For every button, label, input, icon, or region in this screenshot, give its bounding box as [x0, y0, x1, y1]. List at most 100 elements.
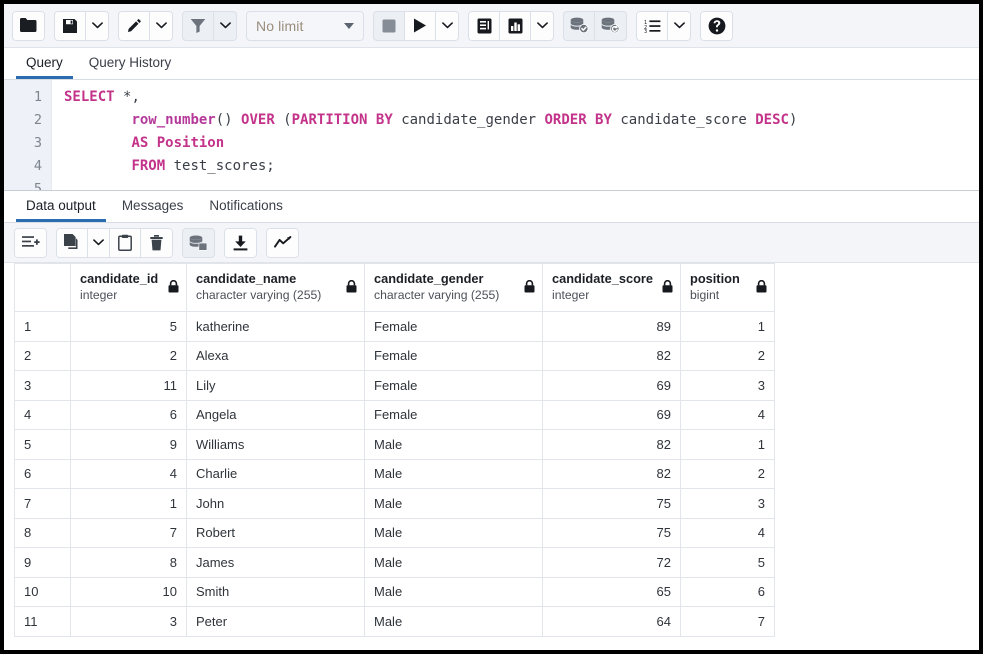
explain-button[interactable]: [469, 12, 500, 40]
sql-editor[interactable]: 12345 SELECT *, row_number() OVER (PARTI…: [4, 80, 979, 190]
copy-dropdown[interactable]: [88, 229, 110, 257]
cell-candidate_gender[interactable]: Male: [365, 518, 543, 548]
cell-candidate_gender[interactable]: Male: [365, 459, 543, 489]
cell-candidate_id[interactable]: 8: [71, 548, 187, 578]
row-number-cell[interactable]: 7: [15, 489, 71, 519]
cell-candidate_name[interactable]: John: [187, 489, 365, 519]
cell-candidate_id[interactable]: 7: [71, 518, 187, 548]
row-number-cell[interactable]: 11: [15, 607, 71, 637]
table-row[interactable]: 71JohnMale753: [15, 489, 775, 519]
save-data-button[interactable]: [183, 229, 214, 257]
query-tab-query[interactable]: Query: [16, 56, 73, 80]
table-row[interactable]: 15katherineFemale891: [15, 312, 775, 342]
edit-dropdown[interactable]: [150, 12, 172, 40]
paste-button[interactable]: [110, 229, 141, 257]
cell-candidate_name[interactable]: Williams: [187, 430, 365, 460]
execute-button[interactable]: [405, 12, 436, 40]
cell-candidate_score[interactable]: 75: [543, 518, 681, 548]
cell-candidate_gender[interactable]: Male: [365, 577, 543, 607]
cell-candidate_id[interactable]: 5: [71, 312, 187, 342]
cell-candidate_name[interactable]: James: [187, 548, 365, 578]
cell-candidate_id[interactable]: 9: [71, 430, 187, 460]
cell-candidate_gender[interactable]: Female: [365, 400, 543, 430]
filter-button[interactable]: [183, 12, 214, 40]
execute-dropdown[interactable]: [436, 12, 458, 40]
cell-candidate_gender[interactable]: Male: [365, 430, 543, 460]
cell-candidate_gender[interactable]: Male: [365, 489, 543, 519]
cell-position[interactable]: 2: [681, 459, 775, 489]
table-row[interactable]: 46AngelaFemale694: [15, 400, 775, 430]
cell-position[interactable]: 6: [681, 577, 775, 607]
row-number-cell[interactable]: 10: [15, 577, 71, 607]
column-header-candidate_gender[interactable]: candidate_gendercharacter varying (255): [365, 264, 543, 312]
column-header-candidate_score[interactable]: candidate_scoreinteger: [543, 264, 681, 312]
cell-candidate_score[interactable]: 69: [543, 400, 681, 430]
cell-candidate_score[interactable]: 75: [543, 489, 681, 519]
cell-candidate_id[interactable]: 2: [71, 341, 187, 371]
cell-candidate_name[interactable]: Alexa: [187, 341, 365, 371]
table-row[interactable]: 113PeterMale647: [15, 607, 775, 637]
cell-candidate_score[interactable]: 82: [543, 430, 681, 460]
table-row[interactable]: 64CharlieMale822: [15, 459, 775, 489]
explain-dropdown[interactable]: [531, 12, 553, 40]
cell-position[interactable]: 3: [681, 371, 775, 401]
row-number-cell[interactable]: 4: [15, 400, 71, 430]
cell-candidate_id[interactable]: 3: [71, 607, 187, 637]
graph-visualiser-button[interactable]: [267, 229, 298, 257]
download-button[interactable]: [225, 229, 256, 257]
output-tab-data-output[interactable]: Data output: [16, 199, 106, 223]
cell-position[interactable]: 4: [681, 400, 775, 430]
edit-button[interactable]: [119, 12, 150, 40]
stop-button[interactable]: [374, 12, 405, 40]
column-header-candidate_name[interactable]: candidate_namecharacter varying (255): [187, 264, 365, 312]
cell-position[interactable]: 4: [681, 518, 775, 548]
row-number-cell[interactable]: 9: [15, 548, 71, 578]
cell-candidate_score[interactable]: 72: [543, 548, 681, 578]
cell-candidate_name[interactable]: Robert: [187, 518, 365, 548]
table-row[interactable]: 87RobertMale754: [15, 518, 775, 548]
row-number-cell[interactable]: 3: [15, 371, 71, 401]
filter-dropdown[interactable]: [214, 12, 236, 40]
cell-candidate_name[interactable]: Lily: [187, 371, 365, 401]
table-row[interactable]: 22AlexaFemale822: [15, 341, 775, 371]
commit-button[interactable]: [564, 12, 595, 40]
cell-position[interactable]: 2: [681, 341, 775, 371]
row-number-cell[interactable]: 5: [15, 430, 71, 460]
macros-button[interactable]: 123: [637, 12, 668, 40]
cell-candidate_gender[interactable]: Female: [365, 371, 543, 401]
cell-candidate_name[interactable]: Smith: [187, 577, 365, 607]
cell-candidate_name[interactable]: Angela: [187, 400, 365, 430]
add-row-button[interactable]: [15, 229, 46, 257]
sql-code-area[interactable]: SELECT *, row_number() OVER (PARTITION B…: [52, 80, 979, 190]
row-number-cell[interactable]: 8: [15, 518, 71, 548]
column-header-position[interactable]: positionbigint: [681, 264, 775, 312]
table-row[interactable]: 59WilliamsMale821: [15, 430, 775, 460]
table-row[interactable]: 311LilyFemale693: [15, 371, 775, 401]
open-file-button[interactable]: [13, 12, 44, 40]
cell-position[interactable]: 1: [681, 312, 775, 342]
cell-candidate_score[interactable]: 89: [543, 312, 681, 342]
output-tab-notifications[interactable]: Notifications: [199, 199, 293, 223]
output-tab-messages[interactable]: Messages: [112, 199, 194, 223]
cell-candidate_score[interactable]: 64: [543, 607, 681, 637]
cell-candidate_id[interactable]: 4: [71, 459, 187, 489]
row-number-cell[interactable]: 6: [15, 459, 71, 489]
cell-candidate_score[interactable]: 69: [543, 371, 681, 401]
cell-candidate_score[interactable]: 65: [543, 577, 681, 607]
cell-candidate_id[interactable]: 10: [71, 577, 187, 607]
cell-candidate_name[interactable]: katherine: [187, 312, 365, 342]
cell-candidate_gender[interactable]: Female: [365, 341, 543, 371]
cell-candidate_gender[interactable]: Female: [365, 312, 543, 342]
cell-candidate_id[interactable]: 6: [71, 400, 187, 430]
save-file-dropdown[interactable]: [86, 12, 108, 40]
table-row[interactable]: 1010SmithMale656: [15, 577, 775, 607]
cell-candidate_name[interactable]: Peter: [187, 607, 365, 637]
column-header-candidate_id[interactable]: candidate_idinteger: [71, 264, 187, 312]
row-limit-selector[interactable]: No limit: [246, 11, 364, 41]
delete-row-button[interactable]: [141, 229, 172, 257]
help-button[interactable]: [701, 12, 732, 40]
save-file-button[interactable]: [55, 12, 86, 40]
row-number-cell[interactable]: 2: [15, 341, 71, 371]
cell-position[interactable]: 5: [681, 548, 775, 578]
cell-position[interactable]: 7: [681, 607, 775, 637]
